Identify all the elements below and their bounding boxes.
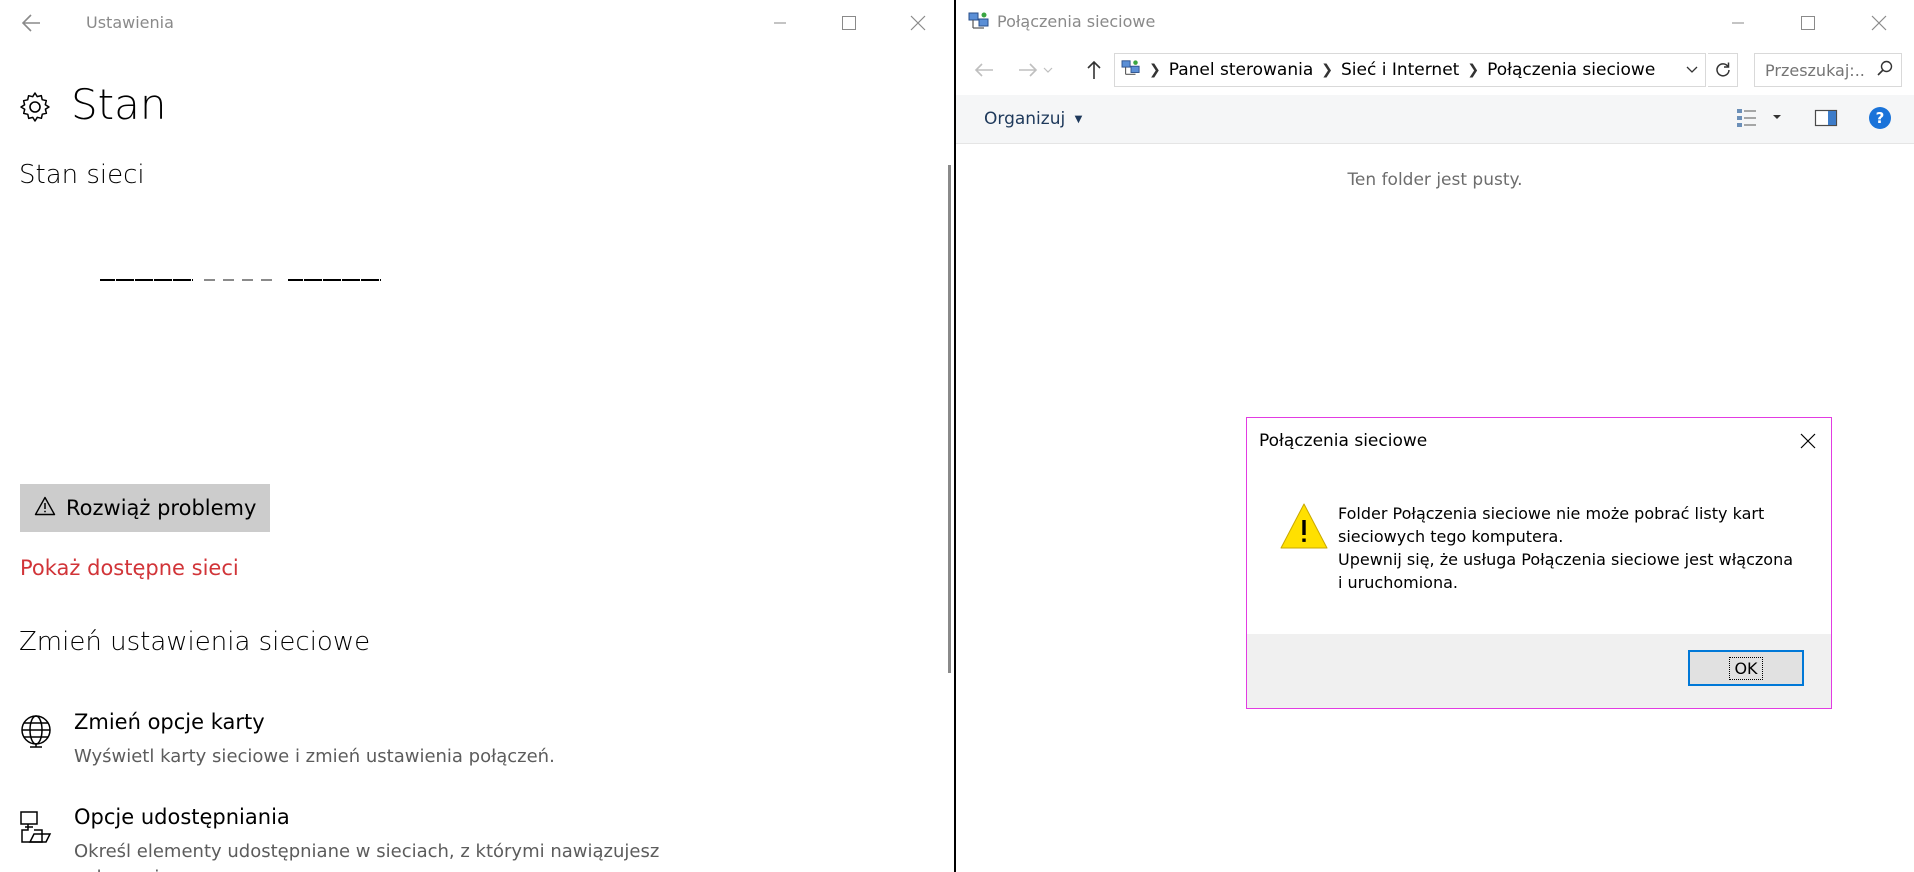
warning-icon <box>1279 502 1329 556</box>
breadcrumb-control-panel[interactable]: Panel sterowania <box>1169 60 1314 80</box>
organize-menu[interactable]: Organizuj ▼ <box>984 109 1082 129</box>
breadcrumb-separator-icon[interactable]: ❯ <box>1321 62 1333 78</box>
nav-back-icon[interactable] <box>968 54 1000 86</box>
scrollbar[interactable] <box>948 165 951 673</box>
address-network-icon <box>1121 59 1141 82</box>
network-diagram <box>100 270 382 294</box>
explorer-minimize-button[interactable] <box>1708 0 1768 46</box>
search-input[interactable] <box>1765 60 1865 80</box>
maximize-button[interactable] <box>819 0 879 46</box>
help-icon[interactable]: ? <box>1868 106 1892 134</box>
explorer-window-title: Połączenia sieciowe <box>997 12 1156 31</box>
view-dropdown-icon[interactable] <box>1772 109 1782 129</box>
view-options-icon[interactable] <box>1736 107 1758 133</box>
ok-label: OK <box>1729 656 1763 680</box>
dialog-title: Połączenia sieciowe <box>1259 431 1428 451</box>
globe-icon <box>18 714 54 750</box>
address-bar[interactable]: ❯ Panel sterowania ❯ Sieć i Internet ❯ P… <box>1114 53 1706 87</box>
preview-pane-icon[interactable] <box>1814 107 1838 133</box>
address-dropdown-icon[interactable] <box>1679 54 1705 86</box>
error-dialog: Połączenia sieciowe Folder Połączenia si… <box>1246 417 1832 709</box>
nav-up-icon[interactable] <box>1078 54 1110 86</box>
gear-icon <box>18 90 52 124</box>
sharing-options-title: Opcje udostępniania <box>74 805 290 829</box>
recent-locations-chevron-icon[interactable] <box>1038 54 1058 86</box>
organize-label: Organizuj <box>984 109 1066 129</box>
warning-icon <box>34 496 56 520</box>
troubleshoot-label: Rozwiąż problemy <box>66 496 257 520</box>
settings-titlebar: Ustawienia <box>0 0 954 46</box>
network-status-heading: Stan sieci <box>19 160 145 190</box>
change-adapter-options[interactable]: Zmień opcje karty Wyświetl karty sieciow… <box>16 710 716 780</box>
dialog-message: Folder Połączenia sieciowe nie może pobr… <box>1338 502 1798 594</box>
breadcrumb-network-internet[interactable]: Sieć i Internet <box>1341 60 1459 80</box>
dialog-footer: OK <box>1247 634 1831 708</box>
breadcrumb-separator-icon[interactable]: ❯ <box>1467 62 1479 78</box>
settings-window: Ustawienia Stan Stan sieci Rozwiąż probl… <box>0 0 954 872</box>
svg-text:?: ? <box>1876 109 1885 127</box>
sharing-options[interactable]: Opcje udostępniania Określ elementy udos… <box>16 805 716 872</box>
change-settings-heading: Zmień ustawienia sieciowe <box>19 627 371 657</box>
refresh-icon[interactable] <box>1708 53 1738 87</box>
command-bar: Organizuj ▼ ? <box>956 95 1914 144</box>
network-connections-icon <box>968 11 990 35</box>
search-box[interactable] <box>1754 53 1902 87</box>
show-networks-link[interactable]: Pokaż dostępne sieci <box>20 556 239 580</box>
explorer-maximize-button[interactable] <box>1778 0 1838 46</box>
breadcrumb-network-connections[interactable]: Połączenia sieciowe <box>1487 60 1655 80</box>
search-icon[interactable] <box>1877 60 1893 80</box>
breadcrumb-separator-icon[interactable]: ❯ <box>1149 62 1161 78</box>
close-button[interactable] <box>888 0 948 46</box>
troubleshoot-button[interactable]: Rozwiąż problemy <box>20 484 270 532</box>
sharing-options-description: Określ elementy udostępniane w sieciach,… <box>74 841 660 872</box>
explorer-titlebar: Połączenia sieciowe <box>956 0 1914 44</box>
dialog-message-line2: Upewnij się, że usługa Połączenia siecio… <box>1338 550 1794 592</box>
settings-window-title: Ustawienia <box>86 13 174 32</box>
back-arrow-icon[interactable] <box>18 9 48 37</box>
dialog-close-icon[interactable] <box>1793 426 1823 456</box>
empty-folder-message: Ten folder jest pusty. <box>1347 170 1523 190</box>
explorer-close-button[interactable] <box>1849 0 1909 46</box>
ok-button[interactable]: OK <box>1688 650 1804 686</box>
change-adapter-title: Zmień opcje karty <box>74 710 265 734</box>
dialog-message-line1: Folder Połączenia sieciowe nie może pobr… <box>1338 504 1765 546</box>
organize-dropdown-icon: ▼ <box>1074 114 1083 125</box>
sharing-icon <box>18 809 54 845</box>
change-adapter-description: Wyświetl karty sieciowe i zmień ustawien… <box>74 746 555 767</box>
minimize-button[interactable] <box>750 0 810 46</box>
page-title: Stan <box>71 80 167 129</box>
